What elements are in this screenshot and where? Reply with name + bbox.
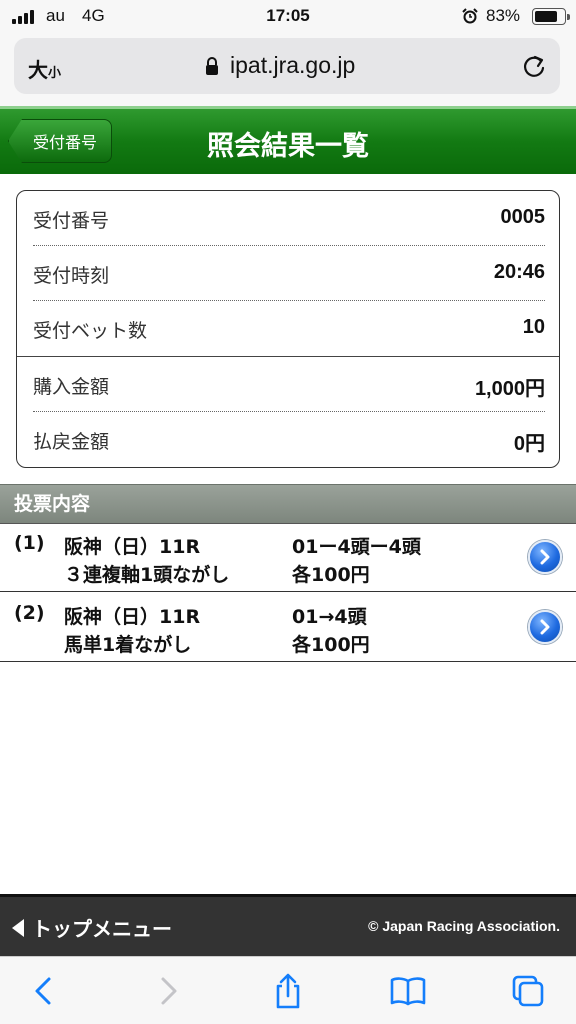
bet-combination: 01ー4頭ー4頭 xyxy=(292,536,421,558)
lock-icon xyxy=(206,57,218,75)
battery-fill xyxy=(535,11,557,22)
bet-amount: 各100円 xyxy=(292,564,370,586)
summary-value: 0005 xyxy=(500,206,546,228)
address-bar[interactable]: 大小 ipat.jra.go.jp xyxy=(14,38,560,94)
summary-value: 1,000円 xyxy=(474,378,545,400)
alarm-icon xyxy=(462,8,478,24)
chevron-right-icon[interactable] xyxy=(528,610,562,644)
copyright: © Japan Racing Association. xyxy=(368,918,560,934)
bet-type: ３連複軸1頭ながし xyxy=(64,564,230,586)
summary-label: 払戻金額 xyxy=(33,431,110,453)
back-arrow-icon[interactable] xyxy=(24,971,64,1011)
bet-row[interactable]: (1) 阪神（日）11R ３連複軸1頭ながし 01ー4頭ー4頭 各100円 xyxy=(0,524,576,592)
page-title: 照会結果一覧 xyxy=(207,131,369,162)
bet-amount: 各100円 xyxy=(292,634,370,656)
top-menu-link[interactable]: トップメニュー xyxy=(12,913,172,942)
bet-race: 阪神（日）11R xyxy=(64,606,201,628)
section-title: 投票内容 xyxy=(0,484,576,524)
browser-address-area: 大小 ipat.jra.go.jp xyxy=(0,34,576,106)
summary-value: 10 xyxy=(522,316,545,338)
summary-card: 受付番号 0005 受付時刻 20:46 受付ベット数 10 購入金額 1,00… xyxy=(16,190,560,468)
battery-percent: 83% xyxy=(486,6,521,25)
url-text[interactable]: ipat.jra.go.jp xyxy=(230,52,355,79)
summary-row-receipt-number: 受付番号 0005 xyxy=(33,191,545,245)
chevron-right-icon[interactable] xyxy=(528,540,562,574)
summary-row-bet-count: 受付ベット数 10 xyxy=(33,301,545,355)
bet-race: 阪神（日）11R xyxy=(64,536,201,558)
bet-row[interactable]: (2) 阪神（日）11R 馬単1着ながし 01→4頭 各100円 xyxy=(0,594,576,662)
summary-value: 20:46 xyxy=(493,261,545,283)
triangle-left-icon xyxy=(12,918,24,937)
summary-row-purchase-amount: 購入金額 1,000円 xyxy=(33,357,545,411)
reload-icon[interactable] xyxy=(520,52,548,80)
summary-label: 受付ベット数 xyxy=(33,320,148,342)
browser-toolbar xyxy=(0,956,576,1024)
summary-value: 0円 xyxy=(513,433,545,455)
app-header: 受付番号 照会結果一覧 xyxy=(0,106,576,174)
footer-bar: トップメニュー © Japan Racing Association. xyxy=(0,894,576,956)
bet-number: (2) xyxy=(14,602,45,624)
battery-icon xyxy=(532,8,570,25)
bet-type: 馬単1着ながし xyxy=(64,634,192,656)
book-icon[interactable] xyxy=(388,971,428,1011)
tabs-icon[interactable] xyxy=(508,971,548,1011)
summary-label: 受付時刻 xyxy=(33,265,110,287)
share-icon[interactable] xyxy=(268,971,308,1011)
summary-row-payout-amount: 払戻金額 0円 xyxy=(33,412,545,466)
summary-label: 購入金額 xyxy=(33,376,110,398)
forward-arrow-icon xyxy=(161,977,177,1005)
status-bar: au 4G 17:05 83% xyxy=(0,0,576,34)
text-size-button[interactable]: 大小 xyxy=(28,54,61,83)
bet-combination: 01→4頭 xyxy=(292,606,367,628)
summary-row-receipt-time: 受付時刻 20:46 xyxy=(33,246,545,300)
top-menu-label: トップメニュー xyxy=(32,917,172,941)
bet-number: (1) xyxy=(14,532,45,554)
summary-label: 受付番号 xyxy=(33,210,110,232)
